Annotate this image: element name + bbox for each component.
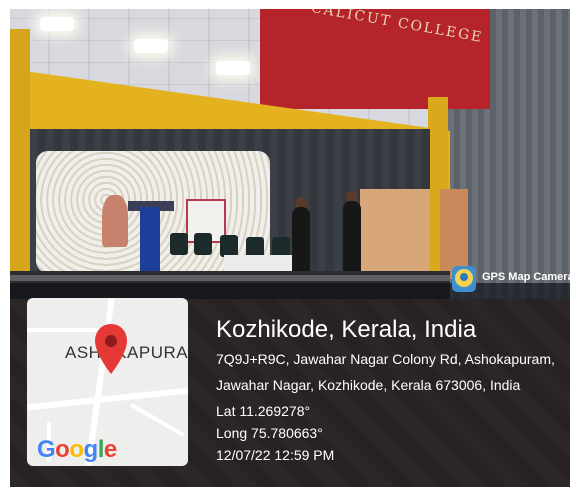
person (343, 201, 361, 279)
ceiling-light (134, 39, 168, 53)
longitude: Long 75.780663° (216, 425, 323, 441)
latitude: Lat 11.269278° (216, 403, 311, 419)
map-pin-icon (95, 324, 127, 374)
person (292, 207, 310, 277)
badge-app-name: GPS Map Camera (482, 271, 574, 283)
chair (194, 233, 212, 255)
stage-edge (10, 275, 450, 281)
google-logo: Google (37, 436, 117, 463)
stage-pillar-left (10, 29, 30, 289)
chair (170, 233, 188, 255)
backdrop-figure (102, 195, 128, 247)
address-line-1: 7Q9J+R9C, Jawahar Nagar Colony Rd, Ashok… (216, 351, 555, 367)
ceiling-light (216, 61, 250, 75)
timestamp: 12/07/22 12:59 PM (216, 447, 335, 463)
gps-map-camera-badge: GPS Map Camera (452, 266, 574, 294)
ceiling-light (40, 17, 74, 31)
gps-map-camera-icon (452, 266, 476, 292)
image-frame: CALICUT COLLEGE GPS Map Camera ASHOKAPUR… (0, 0, 579, 492)
chair (220, 235, 238, 257)
podium (140, 207, 160, 277)
map-thumbnail[interactable]: ASHOKAPURA Google (27, 298, 188, 466)
location-title: Kozhikode, Kerala, India (216, 316, 477, 343)
address-line-2: Jawahar Nagar, Kozhikode, Kerala 673006,… (216, 377, 521, 393)
